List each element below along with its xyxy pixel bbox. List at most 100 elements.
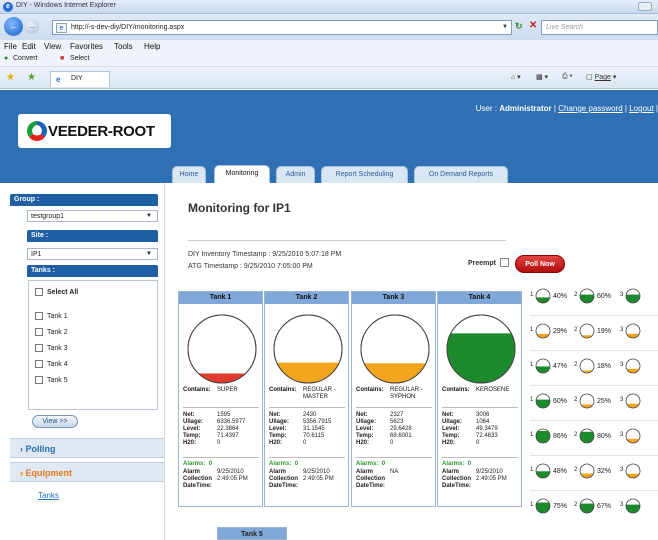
feeds-icon[interactable]: ▩ ▾ <box>536 73 548 81</box>
refresh-icon[interactable]: ↻ <box>515 21 523 32</box>
select-button[interactable]: Select <box>70 55 89 62</box>
mini-tank-icon <box>535 428 551 444</box>
page-icon: e <box>56 23 67 33</box>
menu-edit[interactable]: Edit <box>22 42 36 51</box>
tank-5-checkbox[interactable] <box>35 376 43 384</box>
alarms-row: Alarms: 0 <box>442 461 471 467</box>
tab-report-scheduling[interactable]: Report Scheduling <box>321 166 408 183</box>
tank-4-row[interactable]: Tank 4 <box>35 360 68 368</box>
collection-values: NA <box>390 469 398 476</box>
collection-label-1: Alarm <box>356 469 374 475</box>
collection-values: 9/25/2010 2:49:05 PM <box>303 469 334 483</box>
logo-icon <box>26 121 47 141</box>
tank-checklist: Select All Tank 1 Tank 2 Tank 3 Tank 4 T… <box>28 280 158 410</box>
mini-tank-icon <box>535 498 551 514</box>
divider <box>530 315 658 316</box>
metric-labels: Net: Ullage: Level: Temp: H20: <box>442 412 462 447</box>
mini-tank-icon <box>535 358 551 374</box>
site-value: IP1 <box>31 251 42 258</box>
ullage-value: 5356.7915 <box>303 419 332 425</box>
gauge-index: 1 <box>530 432 534 438</box>
tank-card: Tank 4 Contains: KEROSENE Net: Ullage: Level:… <box>437 291 522 507</box>
select-all-row[interactable]: Select All <box>35 288 78 296</box>
address-input[interactable]: e http://-s-dev-diy/DIY/monitoring.aspx … <box>52 20 512 35</box>
tank-4-checkbox[interactable] <box>35 360 43 368</box>
favorites-star-icon[interactable]: ★ <box>6 72 15 83</box>
tank-3-row[interactable]: Tank 3 <box>35 344 68 352</box>
ullage-label: Ullage: <box>356 419 377 425</box>
ullage-value: 5623 <box>390 419 404 425</box>
menu-favorites[interactable]: Favorites <box>70 42 103 51</box>
view-button[interactable]: View >> <box>32 415 78 428</box>
page-menu[interactable]: ▢ Page ▾ <box>586 73 616 81</box>
polling-section[interactable]: › Polling <box>10 438 164 458</box>
select-all-checkbox[interactable] <box>35 288 43 296</box>
mini-tank-fill <box>626 438 640 443</box>
gauge-index: 1 <box>530 362 534 368</box>
mini-tank-icon <box>579 288 595 304</box>
tank-gauge <box>273 314 343 384</box>
convert-button[interactable]: Convert <box>13 55 38 62</box>
gauge-percent: 60% <box>553 398 568 405</box>
back-button[interactable]: ← <box>4 17 23 36</box>
site-label: Site : <box>27 230 158 242</box>
tab-admin[interactable]: Admin <box>276 166 315 183</box>
net-label: Net: <box>442 412 454 418</box>
mini-tank-icon <box>579 498 595 514</box>
tab-monitoring[interactable]: Monitoring <box>214 165 270 183</box>
product-name: KEROSENE <box>476 387 510 393</box>
h2o-value: 0 <box>217 440 221 446</box>
collection-labels: Alarm Collection DateTime: <box>183 469 212 490</box>
tab-home[interactable]: Home <box>172 166 206 183</box>
gauge-percent: 29% <box>553 328 568 335</box>
address-bar-row: ← → e http://-s-dev-diy/DIY/monitoring.a… <box>0 14 658 40</box>
stop-icon[interactable]: ✕ <box>529 20 537 31</box>
poll-now-button[interactable]: Poll Now <box>515 255 565 273</box>
preempt-checkbox[interactable] <box>500 258 509 267</box>
group-select[interactable]: testgroup1 ▼ <box>27 210 158 222</box>
net-value: 2327 <box>390 412 404 418</box>
menu-tools[interactable]: Tools <box>114 42 133 51</box>
logout-link[interactable]: Logout <box>629 104 653 113</box>
browser-tab-diy[interactable]: e DIY <box>50 71 110 87</box>
search-input[interactable]: Live Search <box>541 20 658 35</box>
menu-help[interactable]: Help <box>144 42 160 51</box>
level-value: 29.6428 <box>390 426 412 432</box>
tanks-link[interactable]: Tanks <box>38 491 59 500</box>
site-select[interactable]: IP1 ▼ <box>27 248 158 260</box>
mini-tank-fill <box>536 399 550 408</box>
h2o-value: 0 <box>476 440 480 446</box>
tank-5-row[interactable]: Tank 5 <box>35 376 68 384</box>
equipment-section[interactable]: › Equipment <box>10 462 164 482</box>
tank-5-header: Tank 5 <box>217 527 287 540</box>
ullage-value: 1064 <box>476 419 490 425</box>
mini-tank-fill <box>536 430 550 443</box>
gauge-index: 2 <box>574 432 578 438</box>
tank-1-row[interactable]: Tank 1 <box>35 312 68 320</box>
chevron-down-icon[interactable]: ▼ <box>502 24 508 30</box>
tank-1-checkbox[interactable] <box>35 312 43 320</box>
tank-3-checkbox[interactable] <box>35 344 43 352</box>
print-icon[interactable]: ⎙ ▾ <box>562 73 573 81</box>
gauge-index: 3 <box>620 432 624 438</box>
change-password-link[interactable]: Change password <box>558 104 622 113</box>
tank-2-row[interactable]: Tank 2 <box>35 328 68 336</box>
collection-values: 9/25/2010 2:49:05 PM <box>476 469 507 483</box>
mini-tank-fill <box>626 368 640 373</box>
tank-2-checkbox[interactable] <box>35 328 43 336</box>
home-icon[interactable]: ⌂ ▾ <box>511 73 521 81</box>
mini-tank-fill <box>626 403 640 408</box>
alarms-row: Alarms: 0 <box>269 461 298 467</box>
add-favorite-icon[interactable]: ★ <box>27 72 36 83</box>
menu-bar: File Edit View Favorites Tools Help <box>0 40 658 53</box>
gauge-index: 2 <box>574 467 578 473</box>
menu-file[interactable]: File <box>4 42 17 51</box>
polling-text: Polling <box>25 444 56 454</box>
gauge-percent: 32% <box>597 468 612 475</box>
minimize-button[interactable] <box>638 2 652 11</box>
gauge-index: 3 <box>620 397 624 403</box>
forward-button[interactable]: → <box>24 19 39 34</box>
menu-view[interactable]: View <box>44 42 61 51</box>
tab-on-demand-reports[interactable]: On Demand Reports <box>414 166 508 183</box>
collection-label-3: DateTime: <box>356 483 385 489</box>
